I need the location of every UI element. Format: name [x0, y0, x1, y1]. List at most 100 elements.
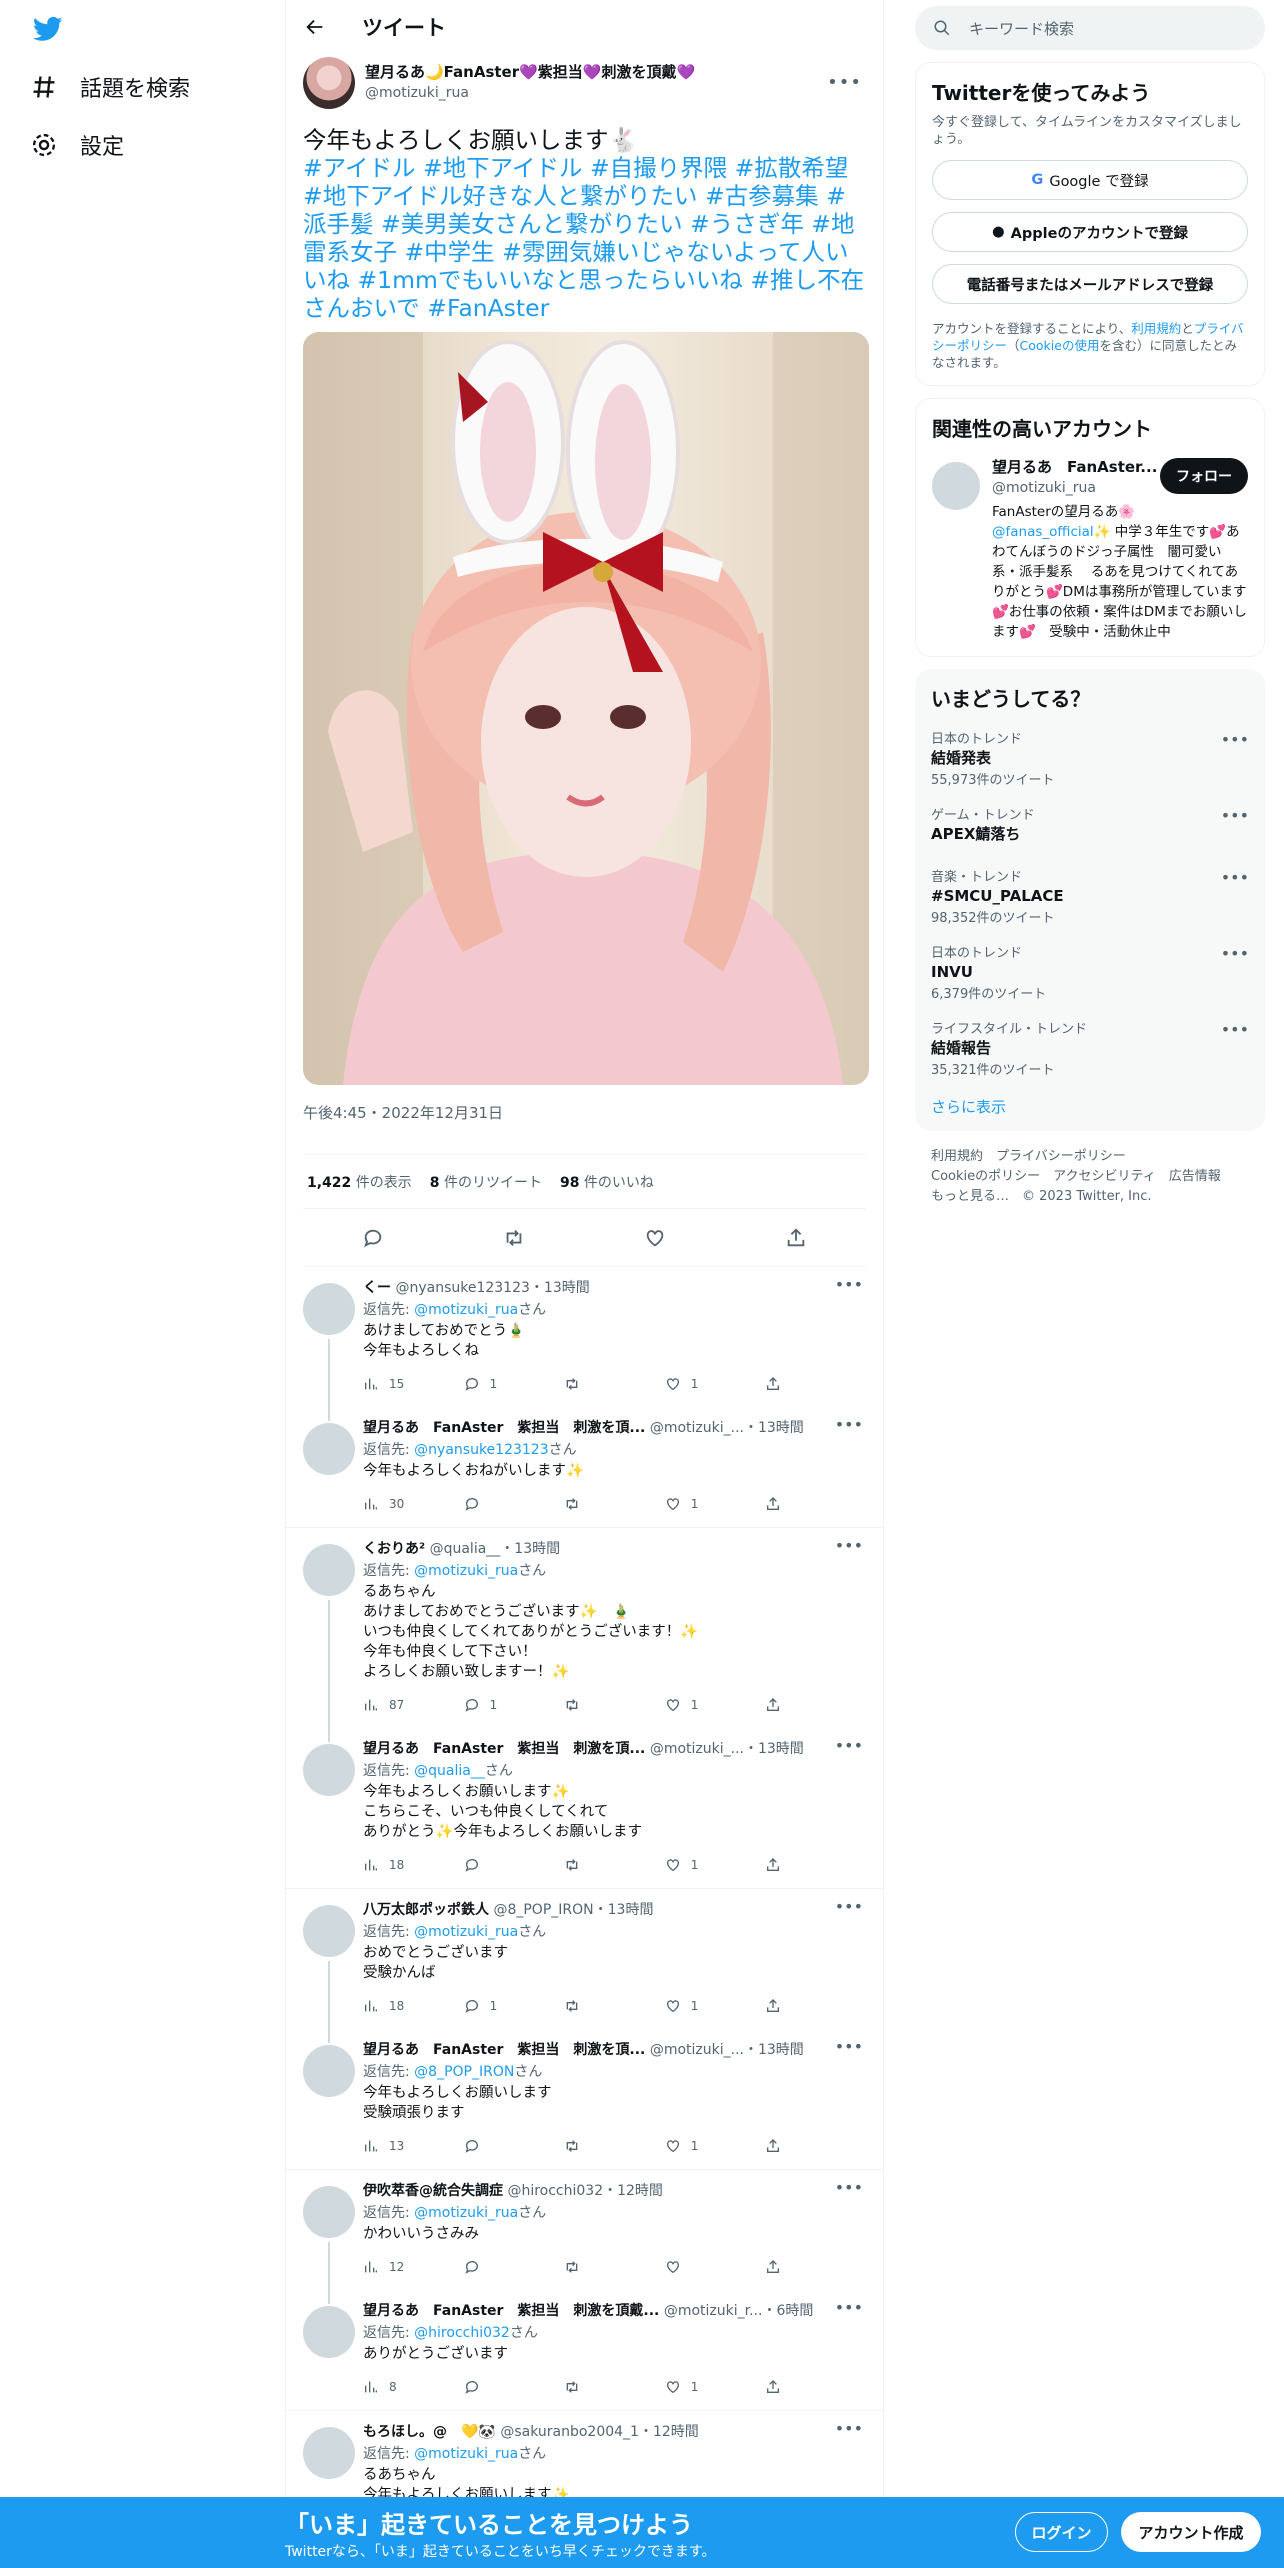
reply-avatar[interactable]	[303, 2427, 355, 2479]
reply-avatar[interactable]	[303, 1905, 355, 1957]
reply-author-name[interactable]: 望月るあ FanAster 紫担当 刺激を頂...	[363, 1420, 645, 1436]
more-icon[interactable]: •••	[1221, 868, 1249, 887]
more-icon[interactable]: •••	[835, 1736, 863, 1755]
reply-author-name[interactable]: 八万太郎ポッポ鉄人	[363, 1902, 489, 1918]
like-action[interactable]: 1	[665, 2138, 766, 2154]
views-action[interactable]: 13	[363, 2138, 464, 2154]
retweet-action[interactable]	[564, 2138, 665, 2154]
retweet-action[interactable]	[564, 1857, 665, 1873]
more-icon[interactable]: •••	[1221, 944, 1249, 963]
phone-signup-button[interactable]: 電話番号またはメールアドレスで登録	[932, 264, 1248, 304]
like-icon[interactable]	[644, 1227, 666, 1249]
reply-time[interactable]: ・13時間	[744, 1741, 804, 1757]
reply-author-handle[interactable]: @nyansuke123123	[395, 1280, 529, 1296]
like-action[interactable]: 1	[665, 1998, 766, 2014]
retweet-icon[interactable]	[503, 1227, 525, 1249]
reply-avatar[interactable]	[303, 2045, 355, 2097]
share-icon[interactable]	[785, 1227, 807, 1249]
google-signup-button[interactable]: G Google で登録	[932, 160, 1248, 200]
more-icon[interactable]: •••	[835, 1536, 863, 1555]
reply-to-handle[interactable]: @hirocchi032	[414, 2325, 510, 2341]
reply-to-handle[interactable]: @motizuki_rua	[414, 2205, 518, 2221]
signup-button[interactable]: アカウント作成	[1121, 2512, 1261, 2552]
reply-author-name[interactable]: くー	[363, 1280, 391, 1296]
share-action[interactable]	[765, 2138, 866, 2154]
reply-author-name[interactable]: 望月るあ FanAster 紫担当 刺激を頂戴...	[363, 2303, 659, 2319]
retweet-action[interactable]	[564, 2259, 665, 2275]
views-stat[interactable]: 1,422 件の表示	[307, 1172, 412, 1192]
reply-tweet[interactable]: ••• 望月るあ FanAster 紫担当 刺激を頂... @motizuki_…	[286, 1728, 883, 1889]
reply-time[interactable]: ・13時間	[744, 2042, 804, 2058]
share-action[interactable]	[765, 2259, 866, 2275]
share-action[interactable]	[765, 2379, 866, 2395]
tweet-timestamp[interactable]: 午後4:45・2022年12月31日	[303, 1101, 866, 1155]
reply-avatar[interactable]	[303, 2186, 355, 2238]
nav-settings[interactable]: 設定	[30, 129, 124, 161]
reply-action[interactable]: 1	[464, 1376, 565, 1392]
search-input[interactable]: キーワード検索	[915, 6, 1265, 50]
reply-time[interactable]: ・12時間	[639, 2424, 699, 2440]
share-action[interactable]	[765, 1376, 866, 1392]
reply-tweet[interactable]: ••• 望月るあ FanAster 紫担当 刺激を頂... @motizuki_…	[286, 1407, 883, 1528]
reply-avatar[interactable]	[303, 2306, 355, 2358]
like-action[interactable]: 1	[665, 1857, 766, 1873]
reply-time[interactable]: ・6時間	[762, 2303, 813, 2319]
views-action[interactable]: 18	[363, 1857, 464, 1873]
share-action[interactable]	[765, 1697, 866, 1713]
share-action[interactable]	[765, 1496, 866, 1512]
views-action[interactable]: 87	[363, 1697, 464, 1713]
timestamp-text[interactable]: 午後4:45・2022年12月31日	[303, 1104, 503, 1122]
reply-to-handle[interactable]: @nyansuke123123	[414, 1442, 548, 1458]
cookie-link[interactable]: Cookieの使用	[1020, 338, 1100, 353]
reply-tweet[interactable]: ••• 望月るあ FanAster 紫担当 刺激を頂戴... @motizuki…	[286, 2290, 883, 2411]
reply-time[interactable]: ・13時間	[744, 1420, 804, 1436]
likes-stat[interactable]: 98 件のいいね	[560, 1172, 654, 1192]
reply-to-handle[interactable]: @motizuki_rua	[414, 1302, 518, 1318]
tweet-hashtags[interactable]: #アイドル #地下アイドル #自撮り界隈 #拡散希望 #地下アイドル好きな人と繋…	[303, 154, 866, 322]
more-icon[interactable]: •••	[1221, 1020, 1249, 1039]
reply-tweet[interactable]: ••• 望月るあ FanAster 紫担当 刺激を頂... @motizuki_…	[286, 2029, 883, 2170]
reply-author-handle[interactable]: @qualia__	[430, 1541, 501, 1557]
login-button[interactable]: ログイン	[1015, 2512, 1108, 2552]
more-icon[interactable]: •••	[835, 1897, 863, 1916]
more-icon[interactable]: •••	[835, 2037, 863, 2056]
like-action[interactable]: 1	[665, 1376, 766, 1392]
reply-author-handle[interactable]: @motizuki_...	[650, 1420, 744, 1436]
like-action[interactable]: 1	[665, 1697, 766, 1713]
footer-line-3[interactable]: もっと見る… © 2023 Twitter, Inc.	[931, 1187, 1249, 1207]
terms-link[interactable]: 利用規約	[1131, 321, 1181, 336]
reply-author-handle[interactable]: @motizuki_...	[650, 1741, 744, 1757]
apple-signup-button[interactable]: ● Appleのアカウントで登録	[932, 212, 1248, 252]
back-arrow-icon[interactable]	[304, 16, 326, 38]
more-icon[interactable]: •••	[827, 72, 862, 93]
trend-item[interactable]: ゲーム・トレンド APEX鯖落ち •••	[931, 796, 1249, 858]
nav-explore[interactable]: 話題を検索	[30, 71, 190, 103]
reply-action[interactable]	[464, 1857, 565, 1873]
reply-to-handle[interactable]: @motizuki_rua	[414, 1563, 518, 1579]
reply-author-handle[interactable]: @hirocchi032	[507, 2183, 603, 2199]
trend-item[interactable]: 日本のトレンド 結婚発表 55,973件のツイート •••	[931, 720, 1249, 796]
footer-line-2[interactable]: Cookieのポリシー アクセシビリティ 広告情報	[931, 1167, 1249, 1187]
retweet-action[interactable]	[564, 1697, 665, 1713]
more-icon[interactable]: •••	[1221, 730, 1249, 749]
reply-to-handle[interactable]: @motizuki_rua	[414, 2446, 518, 2462]
retweets-stat[interactable]: 8 件のリツイート	[430, 1172, 542, 1192]
reply-author-name[interactable]: もろほし。@ 💛🐼	[363, 2424, 496, 2440]
reply-action[interactable]: 1	[464, 1998, 565, 2014]
share-action[interactable]	[765, 1998, 866, 2014]
reply-action[interactable]	[464, 2379, 565, 2395]
bio-link[interactable]: @fanas_official	[992, 524, 1094, 540]
avatar[interactable]	[303, 57, 355, 109]
trend-item[interactable]: 音楽・トレンド #SMCU_PALACE 98,352件のツイート •••	[931, 858, 1249, 934]
reply-author-handle[interactable]: @motizuki_r...	[664, 2303, 763, 2319]
retweet-action[interactable]	[564, 1998, 665, 2014]
reply-tweet[interactable]: ••• くおりあ² @qualia__・13時間 返信先: @motizuki_…	[286, 1528, 883, 1742]
views-action[interactable]: 18	[363, 1998, 464, 2014]
reply-author-handle[interactable]: @sakuranbo2004_1	[500, 2424, 639, 2440]
reply-time[interactable]: ・13時間	[500, 1541, 560, 1557]
reply-time[interactable]: ・13時間	[530, 1280, 590, 1296]
retweet-action[interactable]	[564, 1376, 665, 1392]
tweet-photo[interactable]	[303, 332, 869, 1085]
like-action[interactable]	[665, 2259, 766, 2275]
reply-to-handle[interactable]: @8_POP_IRON	[414, 2064, 514, 2080]
